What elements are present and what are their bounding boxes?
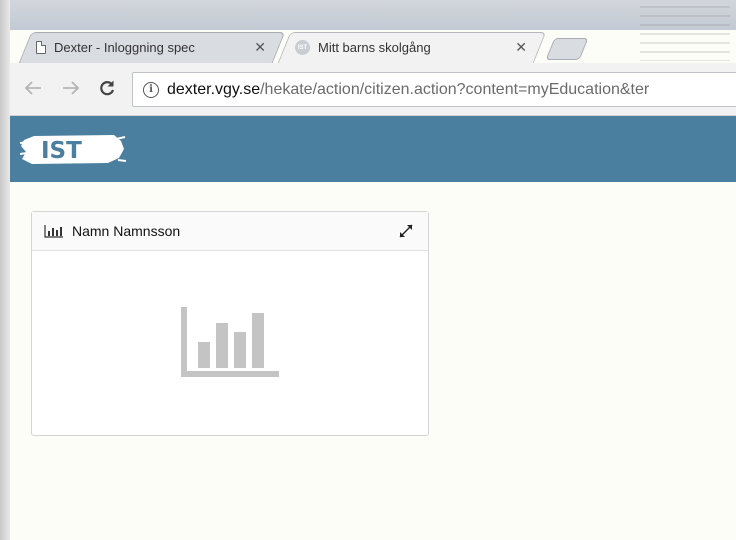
ist-favicon-icon: IST [295,40,310,55]
bar-chart-icon [44,225,63,238]
tab-content: Dexter - Inloggning spec ✕ [22,39,276,56]
tab-content: IST Mitt barns skolgång ✕ [281,39,537,56]
widget-title: Namn Namnsson [72,223,181,239]
student-widget: Namn Namnsson [31,211,429,436]
arrow-right-icon [63,81,80,95]
ist-logo-icon: IST [19,135,127,164]
close-icon[interactable]: ✕ [515,39,527,56]
tab-strip [10,0,736,30]
bar-chart-placeholder-icon [181,307,279,377]
close-icon[interactable]: ✕ [254,39,266,56]
site-header: IST [10,116,736,182]
address-bar[interactable]: i dexter.vgy.se/hekate/action/citizen.ac… [132,72,736,107]
ist-logo[interactable]: IST [19,132,127,171]
logo-text: IST [41,138,82,164]
url-host: dexter.vgy.se [167,80,261,98]
tab-mitt-barns-skolgang[interactable]: IST Mitt barns skolgång ✕ [277,32,547,63]
info-icon[interactable]: i [143,81,159,98]
background-window-blur [640,6,730,61]
widget-header: Namn Namnsson [32,212,428,251]
new-tab-shape [545,38,589,60]
back-button[interactable] [22,77,44,99]
forward-button[interactable] [60,77,82,99]
expand-icon[interactable] [398,224,414,238]
tab-title: Mitt barns skolgång [318,40,431,55]
browser-toolbar: i dexter.vgy.se/hekate/action/citizen.ac… [10,63,736,116]
reload-button[interactable] [96,77,118,99]
document-icon [36,41,46,54]
arrow-left-icon [24,81,41,95]
tab-dexter-login[interactable]: Dexter - Inloggning spec ✕ [18,32,286,63]
url-path: /hekate/action/citizen.action?content=my… [260,80,650,98]
new-tab-button[interactable] [545,38,589,60]
window-edge [0,0,10,540]
tab-title: Dexter - Inloggning spec [54,40,195,55]
reload-icon [100,80,115,96]
